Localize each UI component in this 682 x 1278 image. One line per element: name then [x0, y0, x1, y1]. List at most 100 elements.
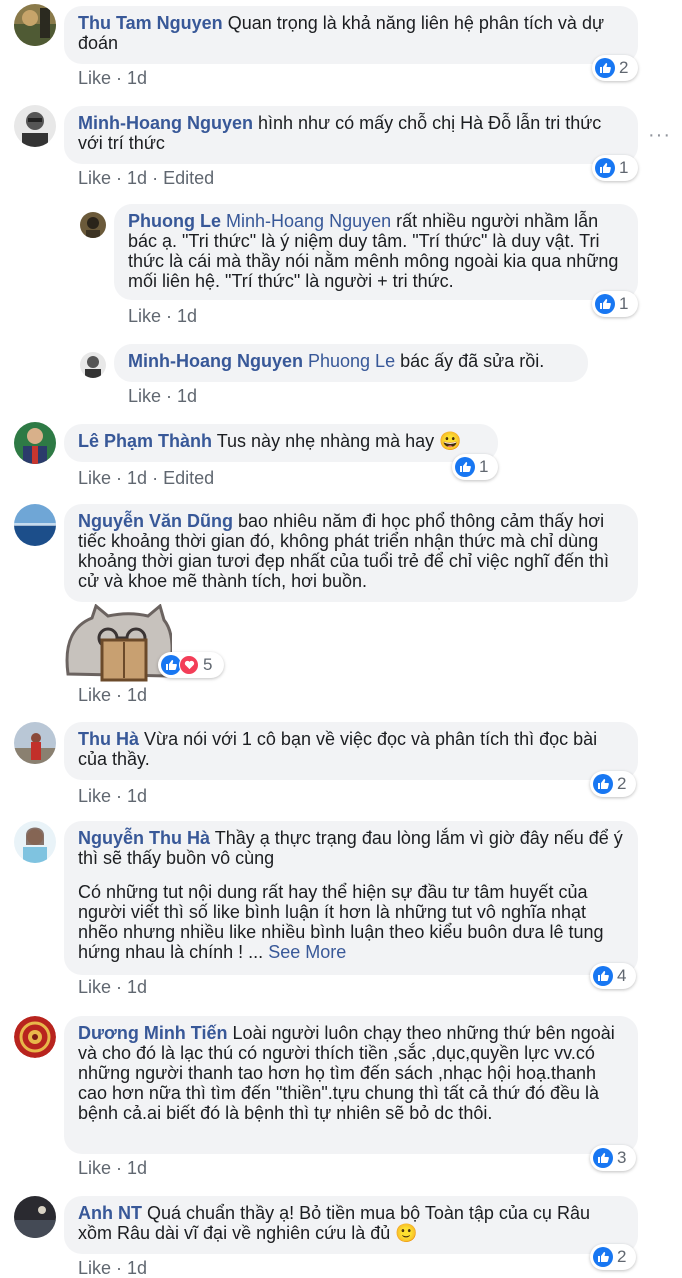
see-more-link[interactable]: See More: [268, 942, 346, 962]
comment-bubble: Minh-Hoang Nguyen hình như có mấy chỗ ch…: [64, 106, 638, 164]
comment-bubble: Nguyễn Thu Hà Thầy ạ thực trạng đau lòng…: [64, 821, 638, 975]
comment-minh-hoang-nguyen: Minh-Hoang Nguyen hình như có mấy chỗ ch…: [0, 100, 682, 195]
reply-phuong-le: Phuong Le Minh-Hoang Nguyen rất nhiều ng…: [0, 200, 682, 330]
like-link[interactable]: Like: [78, 685, 111, 705]
comment-actions: Like · 1d: [78, 68, 148, 88]
comment-time[interactable]: 1d: [127, 1158, 147, 1178]
reaction-count[interactable]: 1: [592, 291, 638, 317]
comment-actions: Like · 1d · Edited: [78, 168, 215, 188]
comment-le-pham-thanh: Lê Phạm Thành Tus này nhẹ nhàng mà hay 😀…: [0, 420, 682, 495]
reaction-count[interactable]: 2: [590, 1244, 636, 1270]
mention-link[interactable]: Phuong Le: [308, 351, 395, 371]
comment-time[interactable]: 1d: [127, 685, 147, 705]
comment-text: Vừa nói với 1 cô bạn về việc đọc và phân…: [78, 729, 598, 769]
like-link[interactable]: Like: [78, 786, 111, 806]
avatar[interactable]: [14, 821, 56, 863]
like-reaction-icon: [593, 966, 613, 986]
comment-author[interactable]: Dương Minh Tiến: [78, 1023, 227, 1043]
comment-author[interactable]: Minh-Hoang Nguyen: [78, 113, 253, 133]
like-reaction-icon: [595, 58, 615, 78]
comment-time[interactable]: 1d: [127, 68, 147, 88]
reaction-count[interactable]: 5: [158, 652, 224, 678]
like-link[interactable]: Like: [78, 68, 111, 88]
comment-time[interactable]: 1d: [127, 468, 147, 488]
reaction-count[interactable]: 2: [592, 55, 638, 81]
like-link[interactable]: Like: [128, 306, 161, 326]
comment-author[interactable]: Nguyễn Văn Dũng: [78, 511, 233, 531]
comment-bubble: Thu Hà Vừa nói với 1 cô bạn về việc đọc …: [64, 722, 638, 780]
pusheen-sticker[interactable]: [62, 604, 172, 684]
comment-bubble: Anh NT Quá chuẩn thầy ạ! Bỏ tiền mua bộ …: [64, 1196, 638, 1254]
comment-author[interactable]: Nguyễn Thu Hà: [78, 828, 210, 848]
avatar[interactable]: [14, 504, 56, 546]
comment-actions: Like · 1d · Edited: [78, 468, 215, 488]
mention-link[interactable]: Minh-Hoang Nguyen: [226, 211, 391, 231]
comment-thu-ha: Thu Hà Vừa nói với 1 cô bạn về việc đọc …: [0, 718, 682, 813]
avatar[interactable]: [14, 722, 56, 764]
reaction-count[interactable]: 2: [590, 771, 636, 797]
comment-bubble: Phuong Le Minh-Hoang Nguyen rất nhiều ng…: [114, 204, 638, 300]
comment-nguyen-van-dung: Nguyễn Văn Dũng bao nhiêu năm đi học phổ…: [0, 500, 682, 715]
like-link[interactable]: Like: [78, 1258, 111, 1278]
avatar[interactable]: [14, 4, 56, 46]
comment-time[interactable]: 1d: [127, 786, 147, 806]
like-reaction-icon: [595, 158, 615, 178]
like-link[interactable]: Like: [78, 977, 111, 997]
comment-actions: Like · 1d: [78, 977, 148, 997]
comment-time[interactable]: 1d: [127, 168, 147, 188]
comment-anh-nt: Anh NT Quá chuẩn thầy ạ! Bỏ tiền mua bộ …: [0, 1192, 682, 1278]
comment-author[interactable]: Minh-Hoang Nguyen: [128, 351, 303, 371]
edited-label[interactable]: Edited: [163, 168, 214, 188]
comment-bubble: Thu Tam Nguyen Quan trọng là khả năng li…: [64, 6, 638, 64]
comment-actions: Like · 1d: [78, 1158, 148, 1178]
reaction-count[interactable]: 4: [590, 963, 636, 989]
like-reaction-icon: [593, 774, 613, 794]
comment-text: Tus này nhẹ nhàng mà hay 😀: [216, 431, 462, 451]
like-link[interactable]: Like: [78, 1158, 111, 1178]
edited-label[interactable]: Edited: [163, 468, 214, 488]
comment-time[interactable]: 1d: [177, 306, 197, 326]
comment-text: Quá chuẩn thầy ạ! Bỏ tiền mua bộ Toàn tậ…: [78, 1203, 590, 1243]
like-reaction-icon: [593, 1247, 613, 1267]
comment-actions: Like · 1d: [128, 306, 198, 326]
comment-text: bác ấy đã sửa rồi.: [400, 351, 545, 371]
comment-bubble: Minh-Hoang Nguyen Phuong Le bác ấy đã sử…: [114, 344, 588, 382]
comment-actions: Like · 1d: [78, 786, 148, 806]
comment-thu-tam-nguyen: Thu Tam Nguyen Quan trọng là khả năng li…: [0, 0, 682, 95]
like-reaction-icon: [161, 655, 181, 675]
comment-author[interactable]: Thu Tam Nguyen: [78, 13, 223, 33]
avatar[interactable]: [14, 105, 56, 147]
reaction-count[interactable]: 1: [592, 155, 638, 181]
avatar[interactable]: [14, 1016, 56, 1058]
like-reaction-icon: [595, 294, 615, 314]
comment-author[interactable]: Anh NT: [78, 1203, 142, 1223]
comment-actions: Like · 1d: [128, 386, 198, 406]
comment-author[interactable]: Phuong Le: [128, 211, 221, 231]
reaction-count[interactable]: 3: [590, 1145, 636, 1171]
like-reaction-icon: [455, 457, 475, 477]
comment-time[interactable]: 1d: [127, 1258, 147, 1278]
avatar[interactable]: [80, 212, 106, 238]
avatar[interactable]: [80, 352, 106, 378]
comment-duong-minh-tien: Dương Minh Tiến Loài người luôn chạy the…: [0, 1010, 682, 1190]
more-options-icon[interactable]: ···: [648, 124, 671, 147]
comment-author[interactable]: Thu Hà: [78, 729, 139, 749]
comment-bubble: Lê Phạm Thành Tus này nhẹ nhàng mà hay 😀: [64, 424, 498, 462]
comment-time[interactable]: 1d: [177, 386, 197, 406]
reply-minh-hoang-nguyen: Minh-Hoang Nguyen Phuong Le bác ấy đã sử…: [0, 340, 682, 410]
avatar[interactable]: [14, 1196, 56, 1238]
comment-bubble: Dương Minh Tiến Loài người luôn chạy the…: [64, 1016, 638, 1154]
love-reaction-icon: [179, 655, 199, 675]
comment-time[interactable]: 1d: [127, 977, 147, 997]
like-link[interactable]: Like: [78, 168, 111, 188]
comment-bubble: Nguyễn Văn Dũng bao nhiêu năm đi học phổ…: [64, 504, 638, 602]
like-link[interactable]: Like: [128, 386, 161, 406]
comment-actions: Like · 1d: [78, 1258, 148, 1278]
reaction-count[interactable]: 1: [452, 454, 498, 480]
like-reaction-icon: [593, 1148, 613, 1168]
avatar[interactable]: [14, 422, 56, 464]
comment-author[interactable]: Lê Phạm Thành: [78, 431, 212, 451]
comment-nguyen-thu-ha: Nguyễn Thu Hà Thầy ạ thực trạng đau lòng…: [0, 815, 682, 1005]
like-link[interactable]: Like: [78, 468, 111, 488]
